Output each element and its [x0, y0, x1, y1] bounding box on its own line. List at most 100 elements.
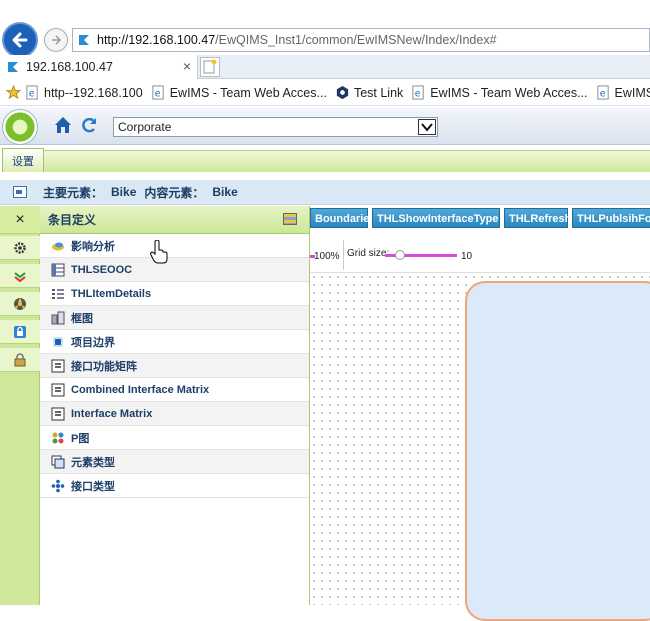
chevron-down-icon[interactable]: [418, 119, 436, 135]
tab-favicon-icon: [8, 62, 18, 72]
tree-item-block-diagram[interactable]: 框图: [40, 306, 309, 330]
thl-show-interface-type-button[interactable]: THLShowInterfaceType: [372, 208, 500, 228]
tree-item-interface-matrix[interactable]: Interface Matrix: [40, 402, 309, 426]
favorites-bar: e http--192.168.100 e EwIMS - Team Web A…: [0, 80, 650, 106]
matrix-icon: [51, 359, 65, 372]
tree-item-label: 元素类型: [71, 456, 115, 469]
interface-type-icon: [51, 479, 65, 492]
thl-refresh-button[interactable]: THLRefresh: [504, 208, 571, 228]
matrix-icon: [51, 383, 65, 396]
content-element-value: Bike: [212, 185, 238, 199]
side-tool-strip: [0, 234, 40, 605]
refresh-icon[interactable]: [79, 115, 99, 135]
tree-item-thlitemdetails[interactable]: THLItemDetails: [40, 282, 309, 306]
tab-close-icon[interactable]: ×: [183, 58, 191, 74]
zoom-value: 100%: [314, 251, 340, 262]
tree-item-label: 框图: [71, 312, 93, 325]
svg-text:e: e: [415, 88, 421, 99]
grid-size-value: 10: [461, 251, 473, 262]
site-favicon-icon: [79, 35, 89, 45]
tree-item-label: Combined Interface Matrix: [71, 383, 210, 396]
element-type-icon: [51, 455, 65, 468]
back-arrow-icon: [12, 32, 28, 48]
impact-analysis-icon: [52, 242, 64, 250]
thl-publish-button[interactable]: THLPublsihForA: [572, 208, 650, 228]
ie-page-icon: e: [26, 85, 38, 100]
main-element-label: 主要元素：: [43, 185, 104, 200]
favorite-link-3[interactable]: Test Link: [335, 85, 403, 100]
diagram-command-bar: Boundaries THLShowInterfaceType THLRefre…: [310, 208, 650, 230]
close-panel-button[interactable]: ×: [0, 206, 40, 234]
panel-header: 条目定义: [40, 206, 310, 234]
table-icon: [51, 263, 65, 276]
tree-item-combined-interface-matrix[interactable]: Combined Interface Matrix: [40, 378, 309, 402]
list-icon: [52, 288, 64, 299]
favorite-link-4[interactable]: e EwIMS - Team Web Acces...: [411, 85, 588, 100]
url-host: http://192.168.100.47: [97, 33, 216, 47]
grid-size-slider-thumb[interactable]: [395, 250, 405, 260]
tree-item-project-boundary[interactable]: 项目边界: [40, 330, 309, 354]
address-bar-row: http://192.168.100.47/EwQIMS_Inst1/commo…: [0, 22, 650, 58]
layers-icon[interactable]: [0, 264, 40, 288]
matrix-icon: [51, 407, 65, 420]
grid-size-label: Grid size:: [347, 248, 390, 259]
new-tab-button[interactable]: [200, 57, 220, 77]
tree-item-interface-type[interactable]: 接口类型: [40, 474, 309, 498]
block-diagram-icon: [51, 311, 65, 324]
scope-select-value: Corporate: [118, 120, 172, 134]
svg-text:e: e: [154, 88, 160, 99]
browser-tab[interactable]: 192.168.100.47 ×: [0, 55, 198, 79]
favorite-label: EwIMS - Team Web Acces...: [169, 85, 327, 100]
favorites-star-icon[interactable]: [6, 85, 21, 100]
tree-item-impact-analysis[interactable]: 影响分析: [40, 234, 309, 258]
tree-item-label: 接口功能矩阵: [71, 360, 137, 373]
back-button[interactable]: [2, 22, 38, 58]
tree-item-thlseooc[interactable]: THLSEOOC: [40, 258, 309, 282]
collapse-panel-icon[interactable]: [13, 186, 27, 198]
favorite-label: http--192.168.100: [44, 85, 143, 100]
favorite-link-2[interactable]: e EwIMS - Team Web Acces...: [151, 85, 327, 100]
tree-item-p-diagram[interactable]: P图: [40, 426, 309, 450]
main-element-value: Bike: [111, 185, 137, 199]
lock-icon[interactable]: [0, 320, 40, 344]
tree-item-element-type[interactable]: 元素类型: [40, 450, 309, 474]
ie-page-icon: e: [152, 85, 164, 100]
divider: [343, 240, 344, 270]
hazard-icon[interactable]: [0, 292, 40, 316]
tree-item-label: THLItemDetails: [71, 287, 152, 300]
tree-item-label: Interface Matrix: [71, 407, 153, 420]
tab-title: 192.168.100.47: [26, 60, 113, 74]
item-definition-tree: 影响分析 THLSEOOC THLItemDetails 框图 项目边界 接口功…: [40, 234, 310, 605]
testlink-icon: [336, 85, 349, 100]
boundary-shape[interactable]: [465, 281, 650, 621]
menu-strip: [44, 150, 650, 172]
tree-item-interface-function-matrix[interactable]: 接口功能矩阵: [40, 354, 309, 378]
p-diagram-icon: [52, 432, 64, 443]
favorite-label: EwIMS - Te: [614, 85, 650, 100]
url-path: /EwQIMS_Inst1/common/EwIMSNew/Index/Inde…: [215, 33, 497, 47]
tree-item-label: P图: [71, 432, 90, 445]
boundary-icon: [53, 336, 63, 347]
app-toolbar: Corporate: [0, 107, 650, 145]
url-input[interactable]: http://192.168.100.47/EwQIMS_Inst1/commo…: [72, 28, 650, 52]
boundaries-button[interactable]: Boundaries: [310, 208, 376, 228]
favorite-label: EwIMS - Team Web Acces...: [430, 85, 588, 100]
ie-page-icon: e: [412, 85, 424, 100]
favorite-link-1[interactable]: e http--192.168.100: [25, 85, 143, 100]
home-icon[interactable]: [53, 115, 73, 135]
panel-title: 条目定义: [48, 213, 97, 227]
tab-settings[interactable]: 设置: [2, 148, 44, 172]
tree-item-label: THLSEOOC: [71, 263, 133, 276]
panel-options-icon[interactable]: [283, 213, 297, 225]
forward-button[interactable]: [44, 28, 68, 52]
settings-gear-icon[interactable]: [0, 236, 40, 260]
favorite-link-5[interactable]: e EwIMS - Te: [596, 85, 650, 100]
scope-select[interactable]: Corporate: [113, 117, 438, 137]
content-element-label: 内容元素：: [144, 185, 205, 200]
canvas-settings-bar: 100% Grid size: 10: [310, 240, 650, 270]
tree-item-label: 接口类型: [71, 480, 115, 493]
forward-arrow-icon: [52, 35, 62, 45]
padlock-icon[interactable]: [0, 348, 40, 372]
app-logo: [2, 109, 38, 145]
hand-cursor-icon: [150, 240, 168, 264]
